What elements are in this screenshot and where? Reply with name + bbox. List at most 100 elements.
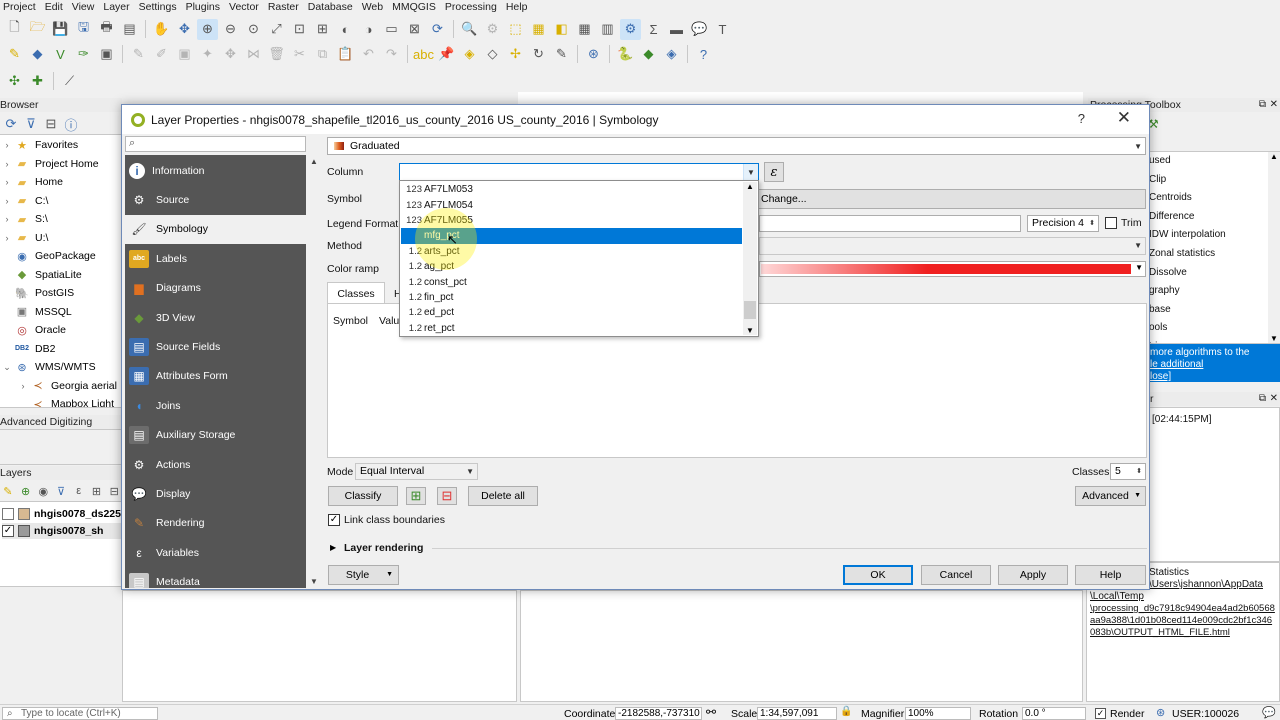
results-path-line[interactable]: aa9a388\1d01b08ced114e009cdc2bf1c346 xyxy=(1090,615,1272,626)
sidebar-item-3d-view[interactable]: ◆ 3D View xyxy=(125,303,306,332)
processing-item[interactable]: used xyxy=(1149,155,1171,166)
collapse-all-icon[interactable]: ⊟ xyxy=(106,481,122,502)
browser-item[interactable]: ◆ SpatiaLite xyxy=(0,266,121,285)
value-column-header[interactable]: Valu xyxy=(379,315,399,327)
sidebar-item-symbology[interactable]: 🖌 Symbology xyxy=(125,214,306,244)
scroll-down-icon[interactable]: ▼ xyxy=(310,577,318,586)
zoom-selection-icon[interactable]: ⊡ xyxy=(289,19,310,40)
menu-view[interactable]: View xyxy=(69,0,101,14)
delete-selected-icon[interactable]: 🗑 xyxy=(266,44,287,65)
zoom-in-icon[interactable]: ⊕ xyxy=(197,18,218,40)
action-icon[interactable]: ⚙ xyxy=(482,19,503,40)
expand-arrow-icon[interactable]: › xyxy=(0,177,14,187)
undo-icon[interactable]: ↶ xyxy=(358,44,379,65)
browser-properties-icon[interactable]: ⓘ xyxy=(62,114,80,135)
processing-item[interactable]: Zonal statistics xyxy=(1149,248,1215,259)
change-symbol-button[interactable]: Change... xyxy=(758,189,1146,209)
refresh-icon[interactable]: ⟳ xyxy=(427,19,448,40)
browser-item[interactable]: 🐘 PostGIS xyxy=(0,284,121,303)
column-option[interactable]: 1.2 const_pct xyxy=(401,274,742,290)
notice-enable-link[interactable]: le additional xyxy=(1150,359,1203,370)
dialog-titlebar[interactable]: Layer Properties - nhgis0078_shapefile_t… xyxy=(122,105,1149,134)
zoom-native-icon[interactable]: ⊙ xyxy=(243,19,264,40)
menu-settings[interactable]: Settings xyxy=(136,0,183,14)
browser-item[interactable]: ◎ Oracle xyxy=(0,321,121,340)
map-tips-icon[interactable]: 💬 xyxy=(689,19,710,40)
manage-visibility-icon[interactable]: ◉ xyxy=(35,481,51,502)
float-panel-icon[interactable]: ⧉ xyxy=(1259,98,1266,112)
map-canvas-area[interactable] xyxy=(122,590,517,702)
zoom-full-icon[interactable]: ⤢ xyxy=(266,19,287,40)
field-calculator-icon[interactable]: ▥ xyxy=(597,19,618,40)
layer-row[interactable]: nhgis0078_ds225 xyxy=(2,506,121,522)
sidebar-item-rendering[interactable]: ✎ Rendering xyxy=(125,509,306,538)
profile-tool-icon[interactable]: ⟋ xyxy=(59,71,80,92)
results-path-line[interactable]: \Users\jshannon\AppData xyxy=(1149,579,1263,590)
browser-item[interactable]: ≺ Mapbox Light xyxy=(0,395,121,407)
processing-item[interactable]: IDW interpolation xyxy=(1149,229,1226,240)
spin-arrows-icon[interactable]: ⬍ xyxy=(1136,465,1142,479)
add-vector-icon[interactable]: ◆ xyxy=(27,44,48,65)
menu-database[interactable]: Database xyxy=(305,0,359,14)
sidebar-scrollbar[interactable]: ▲ ▼ xyxy=(308,155,320,588)
topology-icon[interactable]: ✚ xyxy=(27,71,48,92)
plugin-globe-icon[interactable]: ⊛ xyxy=(583,44,604,65)
layer-row[interactable]: ✓ nhgis0078_sh xyxy=(2,523,121,539)
browser-item[interactable]: › ▰ Home xyxy=(0,173,121,192)
pan-to-selection-icon[interactable]: ✥ xyxy=(174,19,195,40)
expand-arrow-icon[interactable]: › xyxy=(0,233,14,243)
menu-mmqgis[interactable]: MMQGIS xyxy=(389,0,442,14)
browser-item[interactable]: › ▰ S:\ xyxy=(0,210,121,229)
precision-spinbox[interactable]: Precision 4 ⬍ xyxy=(1027,215,1099,232)
zoom-layer-icon[interactable]: ⊞ xyxy=(312,19,333,40)
processing-toolbox-icon[interactable]: ⚙ xyxy=(620,18,641,40)
pin-labels-icon[interactable]: 📌 xyxy=(436,44,457,65)
locate-input[interactable]: ⌕ Type to locate (Ctrl+K) xyxy=(2,707,158,720)
new-project-icon[interactable]: 🗋 xyxy=(4,19,25,40)
expand-arrow-icon[interactable]: › xyxy=(16,381,30,391)
menu-vector[interactable]: Vector xyxy=(226,0,265,14)
messages-icon[interactable]: 💬 xyxy=(1262,706,1276,719)
save-project-icon[interactable]: 💾 xyxy=(50,19,71,40)
expand-arrow-icon[interactable]: › xyxy=(0,196,14,206)
coordinate-field[interactable]: -2182588,-737310 xyxy=(615,707,702,720)
results-path-line[interactable]: \processing_d9c7918c94904ea4ad2b60568 xyxy=(1090,603,1275,614)
link-class-boundaries-checkbox[interactable]: ✓ xyxy=(328,514,340,526)
menu-help[interactable]: Help xyxy=(503,0,534,14)
menu-plugins[interactable]: Plugins xyxy=(183,0,226,14)
new-map-view-icon[interactable]: ▭ xyxy=(381,19,402,40)
browser-item[interactable]: ▣ MSSQL xyxy=(0,303,121,322)
legend-format-input[interactable] xyxy=(759,215,1021,232)
render-checkbox[interactable]: ✓ xyxy=(1095,708,1106,719)
select-features-icon[interactable]: ⬚ xyxy=(505,19,526,40)
current-edits-icon[interactable]: ✎ xyxy=(4,44,25,65)
browser-refresh-icon[interactable]: ⟳ xyxy=(2,114,20,135)
move-feature-icon[interactable]: ✥ xyxy=(220,44,241,65)
menu-processing[interactable]: Processing xyxy=(442,0,503,14)
add-feature-icon[interactable]: ✦ xyxy=(197,44,218,65)
spin-arrows-icon[interactable]: ⬍ xyxy=(1089,217,1095,231)
filter-expression-icon[interactable]: ε xyxy=(71,481,87,502)
processing-item[interactable]: Difference xyxy=(1149,211,1194,222)
pan-icon[interactable]: ✋ xyxy=(151,19,172,40)
sidebar-item-information[interactable]: i Information xyxy=(125,156,306,185)
close-icon[interactable]: ✕ xyxy=(1117,108,1131,128)
browser-item[interactable]: › ★ Favorites xyxy=(0,136,121,155)
deselect-icon[interactable]: ◧ xyxy=(551,19,572,40)
layers-filter-icon[interactable]: ⊽ xyxy=(53,481,69,502)
help-contents-icon[interactable]: ? xyxy=(693,44,714,65)
open-project-icon[interactable]: 🗁 xyxy=(27,19,48,40)
delete-all-button[interactable]: Delete all xyxy=(468,486,538,506)
processing-item[interactable]: ools xyxy=(1149,322,1167,333)
lock-scale-icon[interactable]: 🔒 xyxy=(840,706,852,717)
ok-button[interactable]: OK xyxy=(843,565,913,585)
scroll-down-icon[interactable]: ▼ xyxy=(1270,334,1278,343)
toggle-editing-icon[interactable]: ✎ xyxy=(128,44,149,65)
attribute-table-icon[interactable]: ▦ xyxy=(574,19,595,40)
symbol-column-header[interactable]: Symbol xyxy=(333,315,368,327)
menu-edit[interactable]: Edit xyxy=(42,0,69,14)
label-tool-icon[interactable]: abc xyxy=(413,44,434,65)
sidebar-item-labels[interactable]: abc Labels xyxy=(125,244,306,273)
paste-icon[interactable]: 📋 xyxy=(335,44,356,65)
browser-item[interactable]: › ▰ U:\ xyxy=(0,229,121,248)
